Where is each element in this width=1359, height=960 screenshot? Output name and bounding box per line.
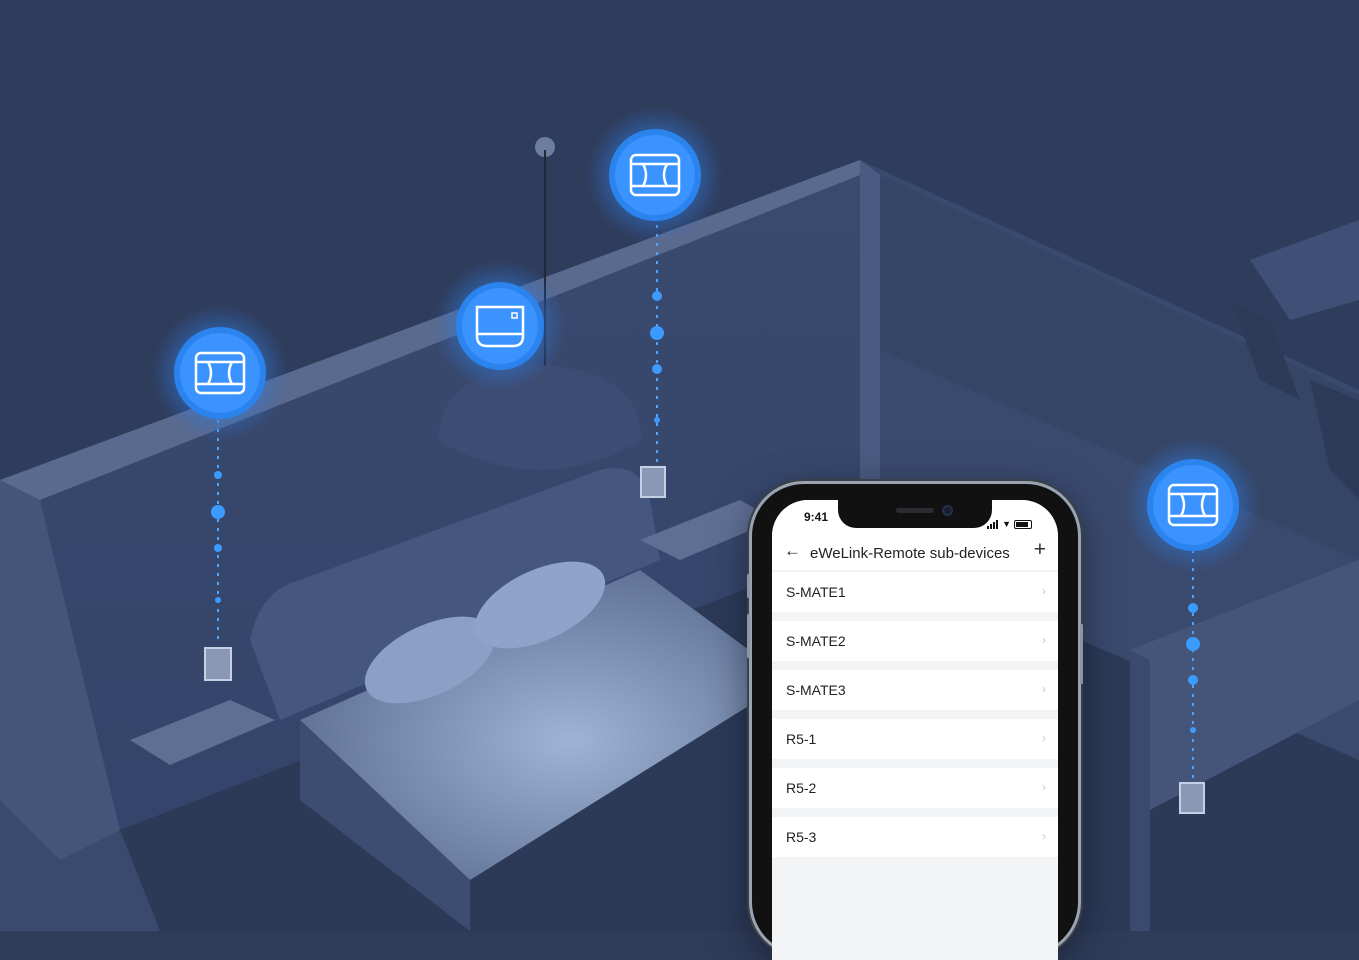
chevron-right-icon: › — [1042, 584, 1046, 598]
list-item[interactable]: S-MATE3 › — [772, 670, 1058, 710]
relay-badge-right — [1125, 437, 1261, 573]
page-title: eWeLink-Remote sub-devices — [810, 545, 1010, 562]
device-name: R5-1 — [786, 731, 817, 747]
list-item[interactable]: S-MATE1 › — [772, 572, 1058, 612]
list-item[interactable]: R5-1 › — [772, 719, 1058, 759]
chevron-right-icon: › — [1042, 682, 1046, 696]
status-time: 9:41 — [804, 510, 829, 524]
phone-mockup: 9:41 ▼ ← eWeLink-Remote sub-devices + S-… — [747, 484, 1083, 960]
bridge-badge-center — [434, 260, 566, 392]
phone-power-button — [1080, 624, 1083, 684]
header-bar: ← eWeLink-Remote sub-devices + — [772, 536, 1058, 570]
device-name: S-MATE3 — [786, 682, 846, 698]
chevron-right-icon: › — [1042, 731, 1046, 745]
phone-notch — [838, 500, 992, 528]
device-name: R5-2 — [786, 780, 817, 796]
wall-switch-left — [204, 647, 232, 681]
device-name: S-MATE1 — [786, 584, 846, 600]
chevron-right-icon: › — [1042, 780, 1046, 794]
device-name: R5-3 — [786, 829, 817, 845]
camera-icon — [942, 505, 953, 516]
phone-volume-up — [747, 614, 750, 658]
phone-mute-switch — [747, 574, 750, 598]
chevron-right-icon: › — [1042, 633, 1046, 647]
list-item[interactable]: R5-2 › — [772, 768, 1058, 808]
wall-switch-center — [640, 466, 666, 498]
chevron-right-icon: › — [1042, 829, 1046, 843]
sub-device-list: S-MATE1 › S-MATE2 › S-MATE3 › R5-1 › R5-… — [772, 572, 1058, 866]
add-device-button[interactable]: + — [1034, 538, 1046, 562]
phone-speaker — [896, 508, 934, 513]
status-icons: ▼ — [987, 511, 1032, 529]
list-item[interactable]: R5-3 › — [772, 817, 1058, 857]
list-item[interactable]: S-MATE2 › — [772, 621, 1058, 661]
back-arrow-icon[interactable]: ← — [784, 541, 801, 561]
right-low-wall-side — [1130, 650, 1150, 931]
device-name: S-MATE2 — [786, 633, 846, 649]
relay-badge-left — [152, 305, 288, 441]
relay-badge-center-top — [587, 107, 723, 243]
wall-switch-right — [1179, 782, 1205, 814]
wifi-icon: ▼ — [1002, 519, 1011, 529]
bedroom-scene — [0, 0, 1359, 931]
battery-icon — [1014, 520, 1032, 529]
phone-screen: 9:41 ▼ ← eWeLink-Remote sub-devices + S-… — [772, 500, 1058, 960]
